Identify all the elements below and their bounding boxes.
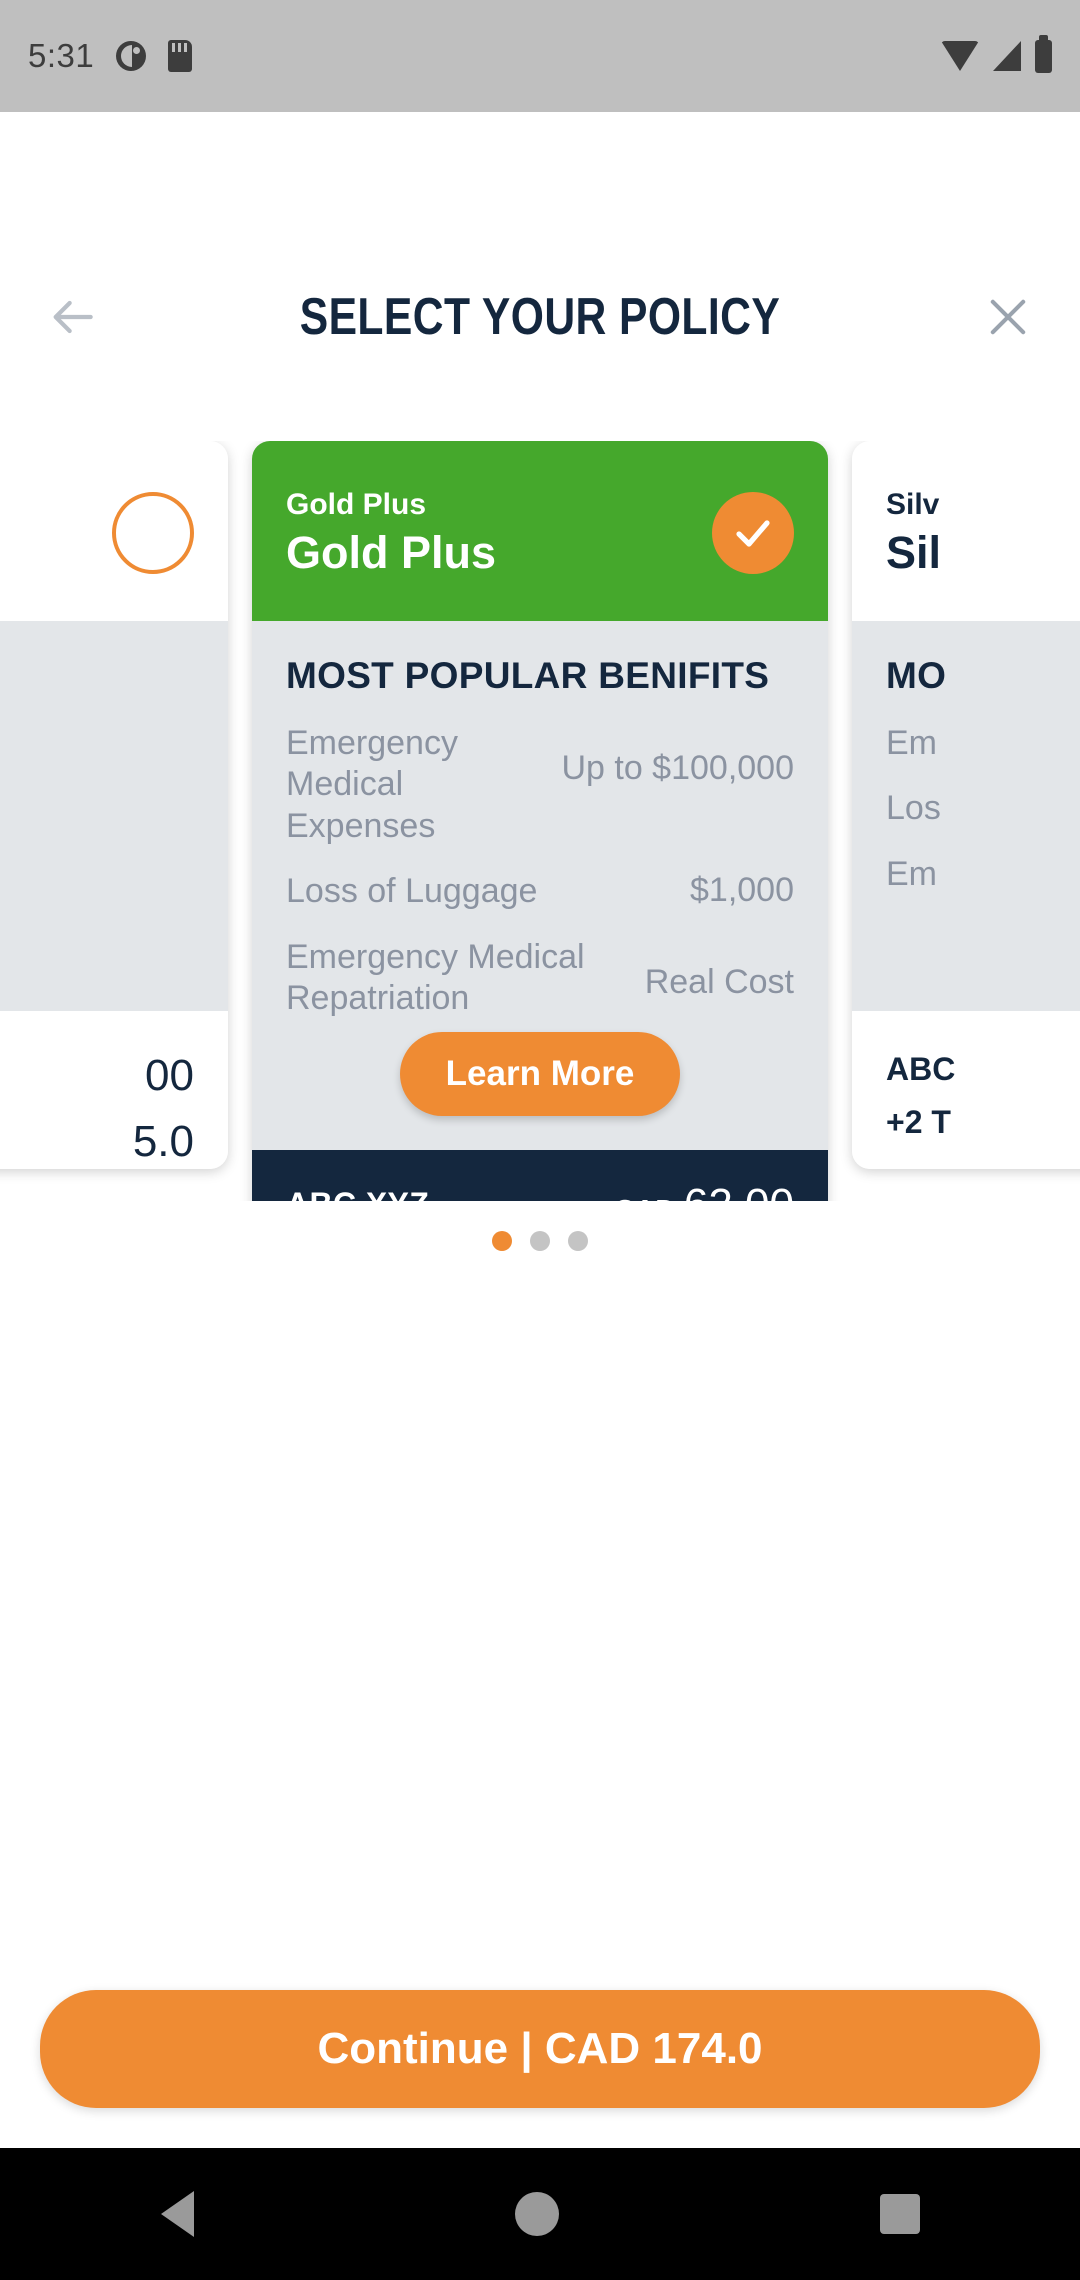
benefit-label: Loss of Luggage [286,872,538,911]
android-nav-bar[interactable] [0,2148,1080,2280]
traveler-name: ABC [886,1051,956,1087]
select-radio-icon[interactable] [112,492,194,574]
benefit-row: Los [886,788,1080,829]
continue-container: Continue | CAD 174.0 [0,1990,1080,2108]
policy-card-header [0,441,228,621]
back-button[interactable] [42,287,102,347]
status-bar: 5:31 [0,0,1080,112]
wifi-icon [941,41,979,71]
nav-home-icon[interactable] [514,2192,559,2236]
travelers-count: +2 T [886,1104,951,1140]
benefit-row: 000 [0,655,194,758]
pagination-dot-3[interactable] [568,1231,588,1251]
benefit-label: Em [886,724,937,762]
price-currency: CAD [614,1194,676,1201]
learn-more-button[interactable]: Learn More [399,1031,681,1116]
policy-card-gold-plus[interactable]: Gold Plus Gold Plus MOST POPULAR BENIFIT… [252,441,828,1201]
benefit-row: Loss of Luggage $1,000 [286,871,794,912]
alarm-icon [116,41,147,71]
traveler-name: ABC XYZ [286,1186,429,1201]
close-icon [990,299,1026,335]
policy-card-footer: ABC +2 T [852,1011,1080,1169]
nav-recents-icon[interactable] [879,2194,920,2234]
policy-card-footer: ABC XYZ CAD62.00 +2 TRAVELERS CAD112.0 S… [252,1149,828,1201]
clock-label: 5:31 [28,37,95,74]
nav-back-icon[interactable] [160,2191,194,2237]
policy-card-body: MO Em Los Em [852,621,1080,1011]
benefit-row: Emergency Medical Repatriation Real Cost [286,937,794,1020]
benefit-value: Up to $100,000 [561,749,794,787]
benefit-label: Em [886,854,937,893]
status-bar-left: 5:31 [28,37,193,75]
plan-name-small: Gold Plus [286,488,427,522]
learn-more-container: Learn More [286,1026,794,1150]
benefits-section-title: MOST POPULAR BENIFITS [286,655,770,696]
plan-name-group: Silv Sil [886,487,941,579]
policy-card-footer: 00 5.0 [0,1011,228,1169]
page-header: SELECT YOUR POLICY [0,217,1080,417]
benefit-value: Real Cost [644,962,794,1001]
cellular-signal-icon [993,41,1021,71]
battery-icon [1035,34,1052,73]
policy-card-body: MOST POPULAR BENIFITS Emergency Medical … [252,621,828,1150]
check-icon [736,520,770,547]
pagination-dot-2[interactable] [530,1231,550,1251]
plan-name-large: Gold Plus [286,527,497,579]
price-block: CAD 62.00 [614,1180,794,1201]
policy-card-previous[interactable]: 000 000 ost 00 5.0 [0,441,228,1169]
selected-check-badge[interactable] [712,492,794,574]
benefit-row: ost [0,871,194,936]
footer-primary-row: ABC XYZ CAD 62.00 [286,1180,794,1201]
page-title: SELECT YOUR POLICY [299,287,781,346]
benefit-row: 000 [0,782,194,847]
back-arrow-icon [53,300,93,334]
sd-card-icon [168,40,193,72]
benefit-value: $1,000 [690,871,794,910]
benefit-row: Em [886,723,1080,764]
policy-carousel[interactable]: 000 000 ost 00 5.0 Gold Plus Gold Plus [0,441,1080,1201]
benefit-row: Em [886,854,1080,895]
benefit-row: Emergency Medical Expenses Up to $100,00… [286,723,794,847]
close-button[interactable] [978,287,1038,347]
continue-button[interactable]: Continue | CAD 174.0 [40,1990,1040,2108]
benefits-section-title: MO [886,655,947,696]
policy-card-header: Silv Sil [852,441,1080,621]
benefit-label: Emergency Medical Repatriation [286,937,585,1018]
carousel-pagination[interactable] [0,1231,1080,1251]
plan-name-group: Gold Plus Gold Plus [286,487,496,579]
benefit-label: Emergency Medical Expenses [286,724,458,845]
plan-name-small: Silv [886,488,940,522]
benefit-label: Los [886,789,941,828]
pagination-dot-1[interactable] [492,1231,512,1251]
total-amount: 5.0 [132,1117,194,1166]
policy-card-header: Gold Plus Gold Plus [252,441,828,621]
status-bar-right [941,34,1052,73]
price-amount: 62.00 [684,1180,794,1201]
price-amount: 00 [145,1051,194,1100]
policy-card-body: 000 000 ost [0,621,228,1011]
plan-name-large: Sil [886,527,942,579]
policy-card-next[interactable]: Silv Sil MO Em Los Em ABC +2 T [852,441,1080,1169]
